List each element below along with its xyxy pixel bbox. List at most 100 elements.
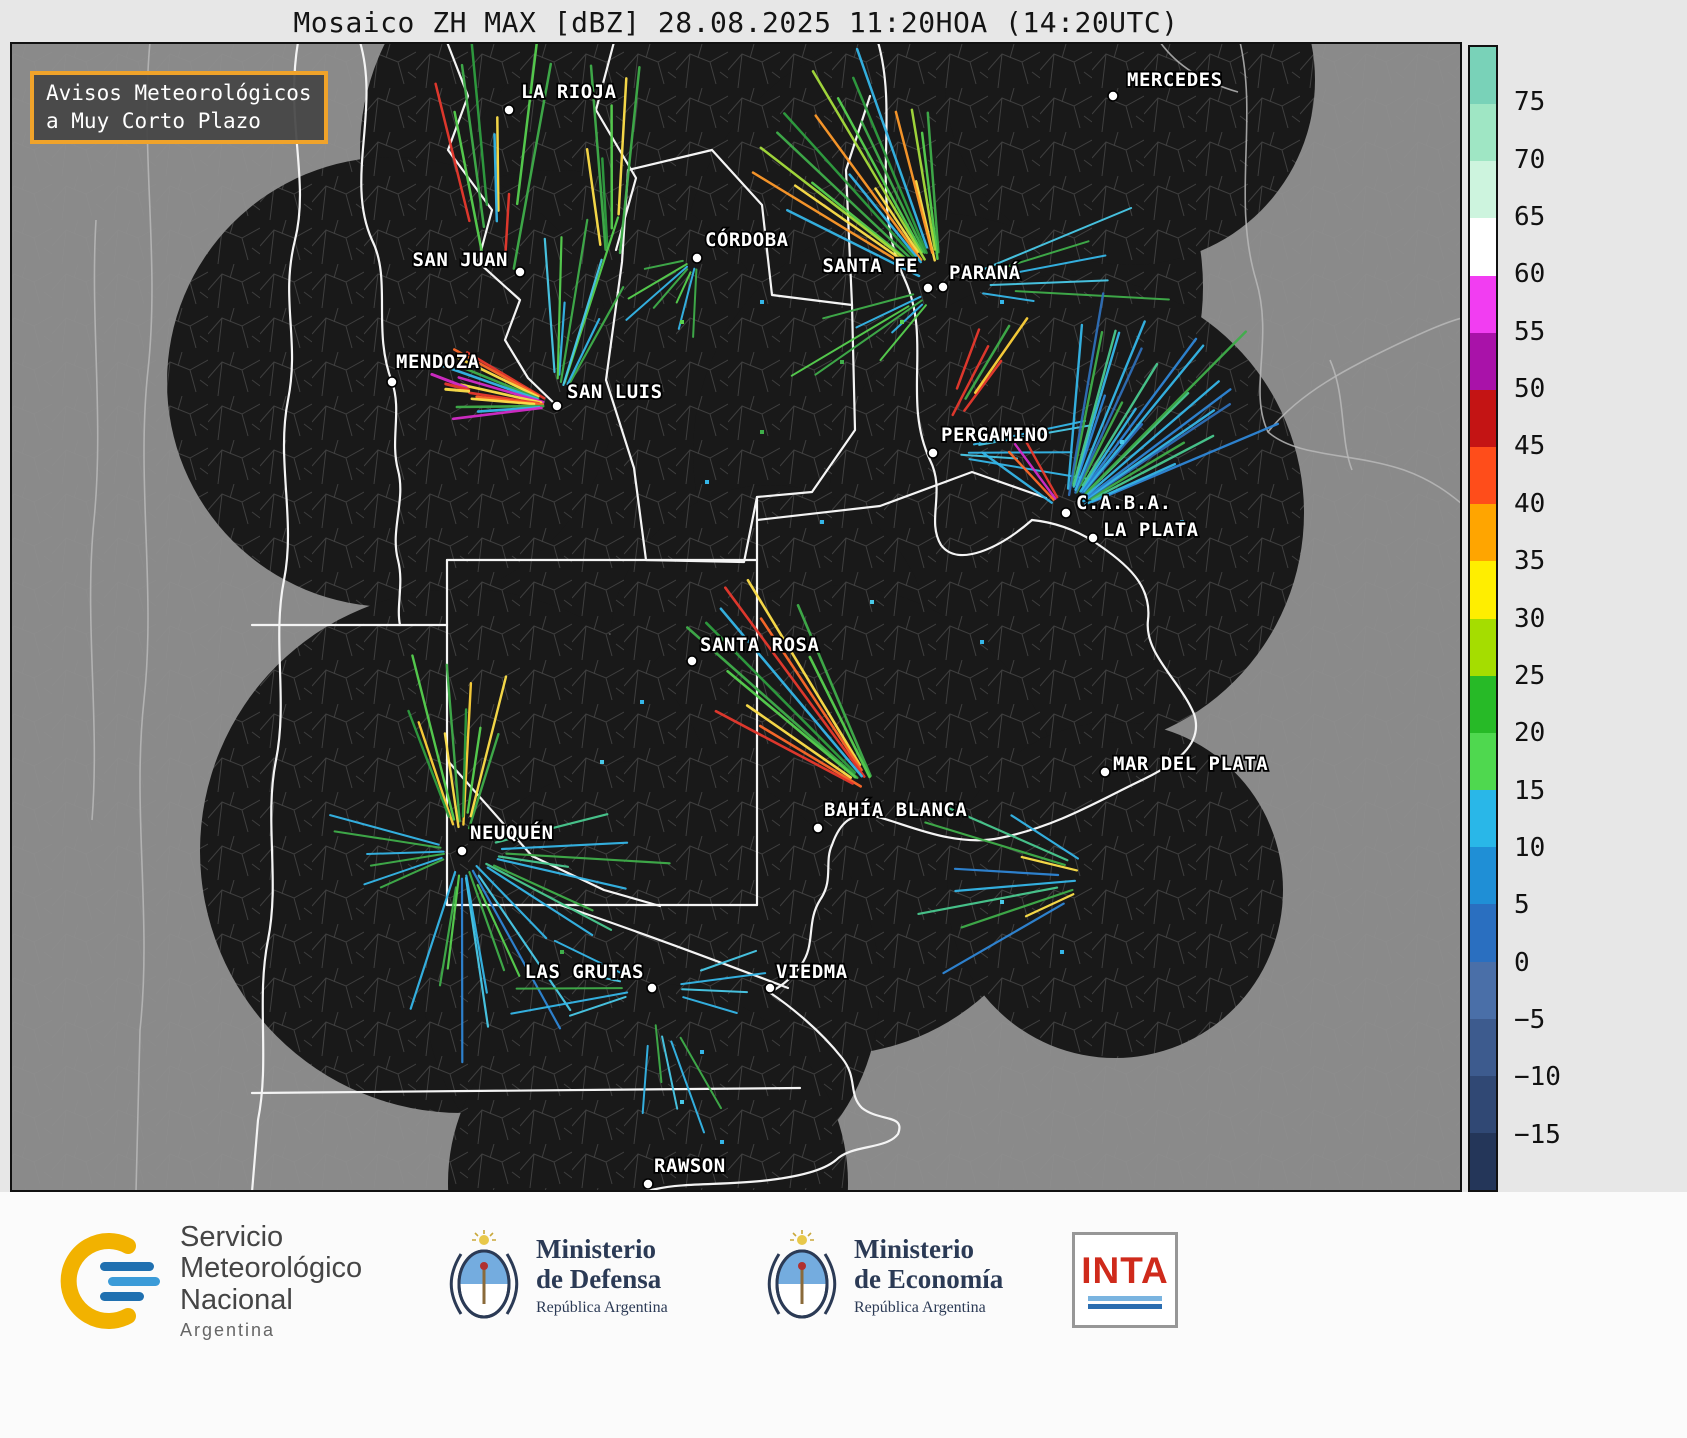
- colorbar-tick-label: 10: [1514, 832, 1546, 863]
- city-marker: [1107, 90, 1119, 102]
- colorbar-segment: [1470, 675, 1496, 733]
- city-label: SANTA FE: [822, 255, 918, 277]
- city-label: VIEDMA: [776, 961, 848, 983]
- echo-dot: [980, 640, 984, 644]
- echo-dot: [760, 300, 764, 304]
- radar-mosaic-page: Mosaico ZH MAX [dBZ] 28.08.2025 11:20HOA…: [0, 0, 1687, 1438]
- smn-logo-icon: [60, 1233, 160, 1330]
- colorbar-tick-label: 60: [1514, 259, 1546, 290]
- colorbar-tick-label: 40: [1514, 488, 1546, 519]
- colorbar-segment: [1470, 275, 1496, 333]
- city-label: PARANÁ: [949, 261, 1021, 284]
- page-title: Mosaico ZH MAX [dBZ] 28.08.2025 11:20HOA…: [293, 6, 1179, 39]
- city-marker: [764, 982, 776, 994]
- inta-logo-text: INTA: [1081, 1249, 1169, 1291]
- city-label: CÓRDOBA: [705, 227, 789, 251]
- city-marker: [503, 104, 515, 116]
- city-marker: [551, 400, 563, 412]
- colorbar-tick-label: 0: [1514, 947, 1530, 978]
- warnings-badge-line1: Avisos Meteorológicos: [46, 81, 312, 105]
- echo-dot: [705, 480, 709, 484]
- colorbar-tick-label: 65: [1514, 202, 1546, 233]
- echo-dot: [1000, 900, 1004, 904]
- city-marker: [927, 447, 939, 459]
- colorbar-segment: [1470, 447, 1496, 505]
- city-marker: [386, 376, 398, 388]
- inta-logo: INTA: [1072, 1232, 1178, 1328]
- city-marker: [646, 982, 658, 994]
- echo-dot: [600, 760, 604, 764]
- colorbar-tick-label: −5: [1514, 1004, 1546, 1035]
- colorbar-scale: [1468, 45, 1498, 1192]
- colorbar-tick-label: 50: [1514, 374, 1546, 405]
- colorbar-segment: [1470, 732, 1496, 791]
- city-marker: [642, 1178, 654, 1190]
- smn-logo: Servicio Meteorológico Nacional Argentin…: [58, 1221, 363, 1340]
- warnings-badge-line2: a Muy Corto Plazo: [46, 108, 261, 133]
- colorbar-segment: [1470, 1018, 1496, 1076]
- city-label: LA RIOJA: [521, 81, 617, 103]
- colorbar-segment: [1470, 504, 1496, 562]
- colorbar-segment: [1470, 218, 1496, 276]
- colorbar-segment: [1470, 561, 1496, 619]
- city-label: SANTA ROSA: [700, 634, 819, 656]
- echo-dot: [700, 1050, 704, 1054]
- colorbar-tick-label: 30: [1514, 603, 1546, 634]
- colorbar-tick-label: 55: [1514, 316, 1546, 347]
- echo-dot: [720, 1140, 724, 1144]
- city-label: LA PLATA: [1103, 519, 1199, 541]
- colorbar-segment: [1470, 618, 1496, 676]
- city-label: MAR DEL PLATA: [1113, 753, 1268, 775]
- ministry-country: República Argentina: [854, 1298, 986, 1316]
- colorbar-segment: [1470, 1075, 1496, 1133]
- department-boundaries-texture: [10, 42, 1462, 1192]
- ministry-dept: de Defensa: [536, 1263, 662, 1294]
- city-marker: [1060, 507, 1072, 519]
- echo-streak: [444, 387, 471, 393]
- city-label: MERCEDES: [1127, 69, 1223, 91]
- colorbar-segment: [1470, 47, 1496, 105]
- smn-logo-text: Servicio Meteorológico Nacional Argentin…: [180, 1221, 363, 1340]
- colorbar-segment: [1470, 161, 1496, 219]
- ministry-name: Ministerio: [536, 1234, 656, 1265]
- ministry-dept: de Economía: [854, 1263, 1004, 1294]
- colorbar-tick-label: −10: [1514, 1062, 1561, 1093]
- echo-streak: [496, 116, 500, 212]
- echo-streak: [515, 987, 623, 990]
- smn-name-line: Servicio: [180, 1221, 284, 1253]
- city-marker: [922, 282, 934, 294]
- echo-dot: [870, 600, 874, 604]
- colorbar-tick-label: 70: [1514, 144, 1546, 175]
- echo-dot: [840, 360, 844, 364]
- colorbar-tick-label: −15: [1514, 1119, 1561, 1150]
- colorbar-segment: [1470, 790, 1496, 848]
- colorbar: 75 70 65 60 55 50 45 40 35 30 25 20 15 10 5 0 −5 −10 −15: [1468, 45, 1683, 1192]
- coat-of-arms-icon: [449, 1230, 519, 1319]
- city-marker: [812, 822, 824, 834]
- ministry-economia-logo: Ministerio de Economía República Argenti…: [766, 1230, 1003, 1322]
- city-marker: [691, 252, 703, 264]
- radar-map: LA RIOJA MERCEDES SAN JUAN CÓRDOBA SANTA FE P…: [10, 42, 1462, 1192]
- echo-dot: [680, 320, 684, 324]
- city-marker: [1099, 766, 1111, 778]
- echo-dot: [1120, 440, 1124, 444]
- smn-name-line: Meteorológico: [180, 1252, 363, 1285]
- echo-dot: [560, 950, 564, 954]
- coat-of-arms-icon: [767, 1230, 837, 1319]
- inta-logo-stripe-light: [1088, 1295, 1162, 1301]
- city-label: LAS GRUTAS: [525, 961, 644, 983]
- colorbar-tick-label: 35: [1514, 546, 1546, 577]
- colorbar-segment: [1470, 904, 1496, 962]
- ministry-defensa-text: Ministerio de Defensa República Argentin…: [536, 1235, 668, 1316]
- ministry-defensa-logo: Ministerio de Defensa República Argentin…: [448, 1230, 668, 1322]
- echo-dot: [760, 430, 764, 434]
- colorbar-segment: [1470, 1132, 1496, 1191]
- warnings-badge: Avisos Meteorológicos a Muy Corto Plazo: [30, 71, 328, 145]
- city-marker: [937, 281, 949, 293]
- colorbar-tick-label: 20: [1514, 718, 1546, 749]
- echo-dot: [640, 700, 644, 704]
- colorbar-tick-label: 75: [1514, 87, 1546, 118]
- echo-dot: [680, 1100, 684, 1104]
- echo-dot: [1000, 300, 1004, 304]
- city-label: SAN LUIS: [567, 381, 663, 403]
